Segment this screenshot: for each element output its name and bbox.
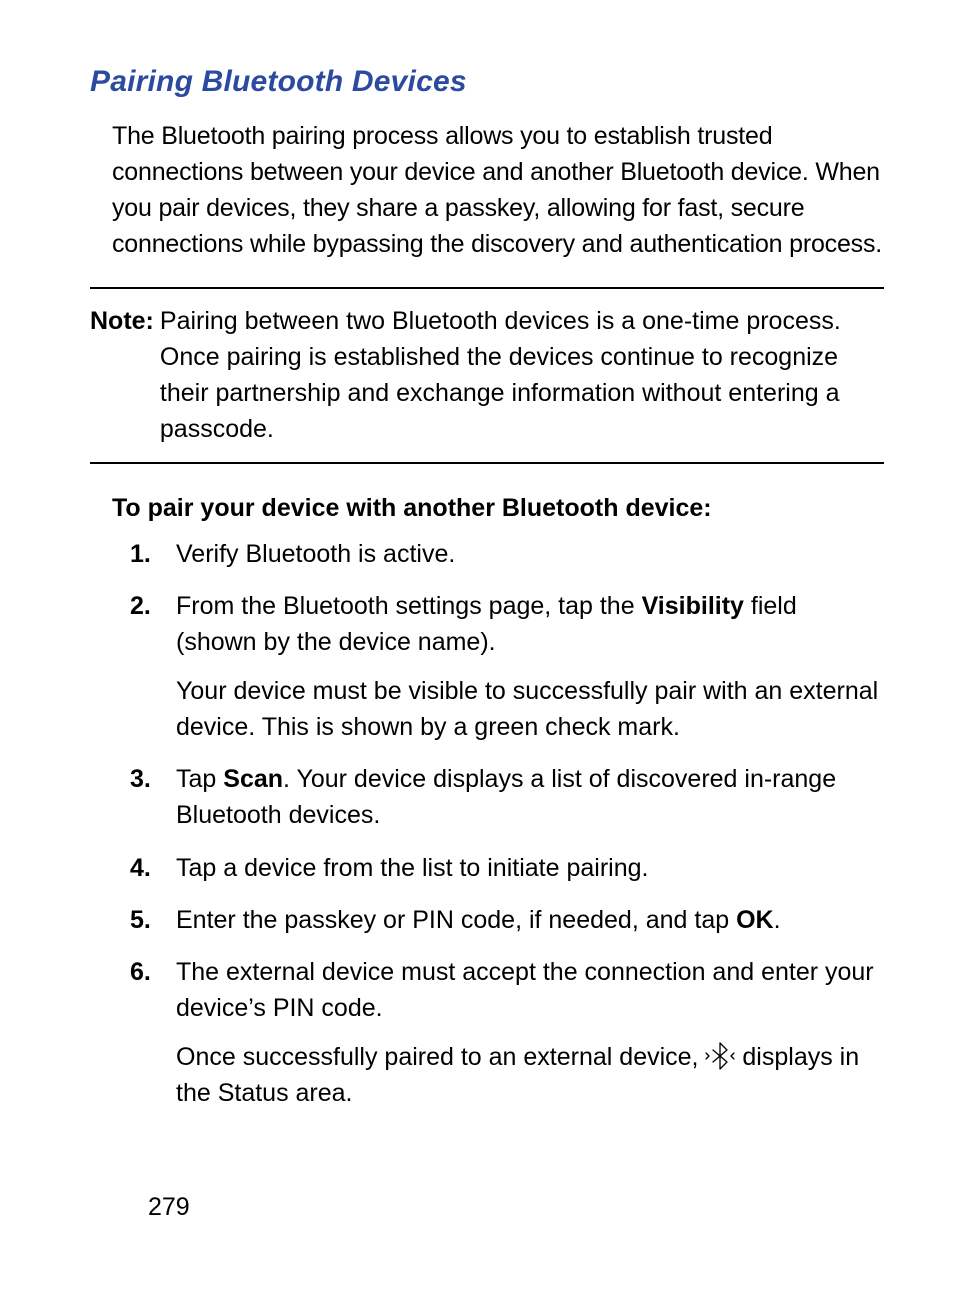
step-extra: Your device must be visible to successfu…: [176, 673, 884, 746]
scan-label: Scan: [223, 765, 283, 793]
step-text: Tap a device from the list to initiate p…: [176, 854, 648, 882]
page-number: 279: [148, 1189, 190, 1225]
steps-list: Verify Bluetooth is active. From the Blu…: [90, 536, 884, 1111]
step-extra-a: Once successfully paired to an external …: [176, 1043, 705, 1071]
step-4: Tap a device from the list to initiate p…: [112, 850, 884, 886]
step-text-a: From the Bluetooth settings page, tap th…: [176, 592, 642, 620]
note-box: Note: Pairing between two Bluetooth devi…: [90, 287, 884, 464]
ok-label: OK: [736, 906, 774, 934]
procedure-heading: To pair your device with another Bluetoo…: [112, 490, 884, 526]
bluetooth-paired-icon: [705, 1041, 735, 1071]
step-text-b: .: [774, 906, 781, 934]
visibility-label: Visibility: [642, 592, 744, 620]
step-5: Enter the passkey or PIN code, if needed…: [112, 902, 884, 938]
step-1: Verify Bluetooth is active.: [112, 536, 884, 572]
step-extra: Once successfully paired to an external …: [176, 1039, 884, 1112]
intro-paragraph: The Bluetooth pairing process allows you…: [112, 118, 884, 263]
step-text: Verify Bluetooth is active.: [176, 540, 455, 568]
note-label: Note:: [90, 303, 154, 339]
step-2: From the Bluetooth settings page, tap th…: [112, 588, 884, 745]
step-3: Tap Scan. Your device displays a list of…: [112, 761, 884, 834]
step-text: The external device must accept the conn…: [176, 958, 874, 1022]
step-text-a: Enter the passkey or PIN code, if needed…: [176, 906, 736, 934]
step-text-a: Tap: [176, 765, 223, 793]
section-title: Pairing Bluetooth Devices: [90, 60, 884, 104]
note-text: Pairing between two Bluetooth devices is…: [160, 303, 884, 448]
step-6: The external device must accept the conn…: [112, 954, 884, 1111]
